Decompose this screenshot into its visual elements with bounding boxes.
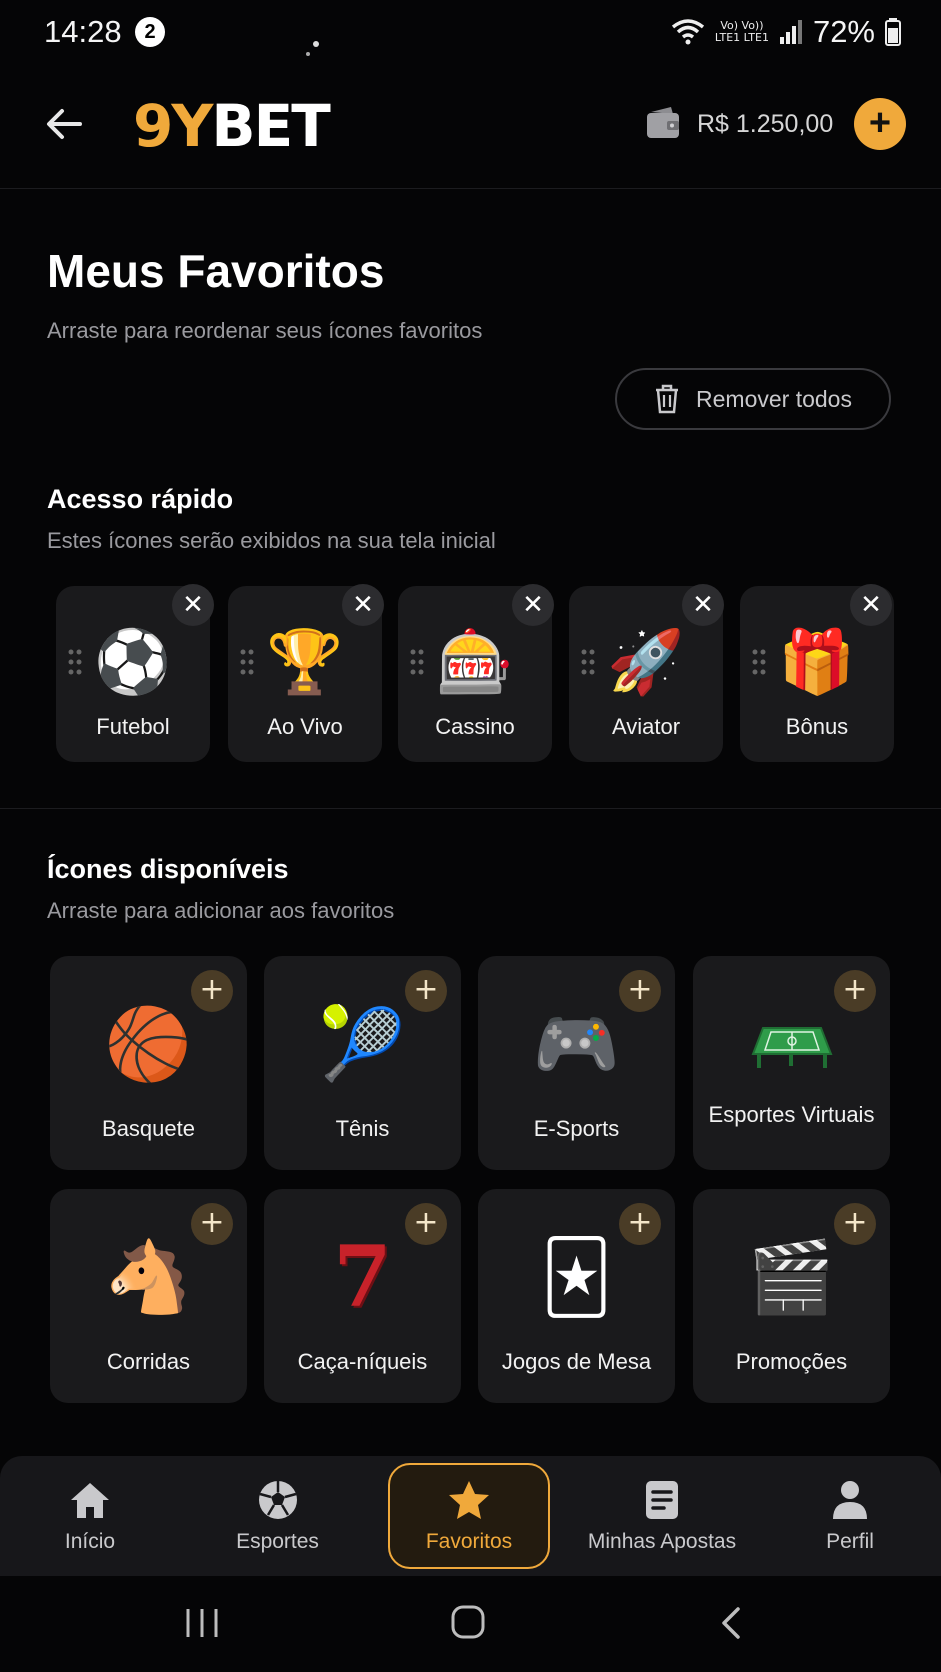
nav-label: Minhas Apostas bbox=[587, 1530, 737, 1553]
add-jogos-de-mesa-button[interactable]: + bbox=[619, 1203, 661, 1245]
add-basquete-button[interactable]: + bbox=[191, 970, 233, 1012]
nav-perfil[interactable]: Perfil bbox=[800, 1478, 900, 1554]
available-item-tenis[interactable]: 🎾 Tênis + bbox=[264, 956, 461, 1170]
remove-all-label: Remover todos bbox=[696, 385, 852, 412]
add-esports-button[interactable]: + bbox=[619, 970, 661, 1012]
available-item-label: Promoções bbox=[735, 1349, 848, 1374]
home-system-button[interactable] bbox=[450, 1604, 486, 1645]
trophy-icon: 🏆 bbox=[266, 625, 344, 698]
nav-label: Esportes bbox=[236, 1530, 319, 1553]
page-title: Meus Favoritos bbox=[47, 245, 385, 297]
quick-item-label: Bônus bbox=[785, 714, 849, 739]
remove-futebol-button[interactable]: ✕ bbox=[172, 584, 214, 626]
remove-all-button[interactable]: Remover todos bbox=[615, 368, 891, 430]
clapperboard-icon: 🎬 bbox=[747, 1236, 836, 1318]
home-icon bbox=[71, 1483, 109, 1518]
nav-esportes[interactable]: Esportes bbox=[220, 1478, 335, 1554]
recent-apps-icon bbox=[186, 1609, 218, 1637]
available-title: Ícones disponíveis bbox=[47, 854, 289, 884]
available-subtitle: Arraste para adicionar aos favoritos bbox=[47, 898, 395, 923]
available-item-promocoes[interactable]: 🎬 Promoções + bbox=[693, 1189, 890, 1403]
nav-label: Perfil bbox=[826, 1530, 874, 1553]
remove-ao-vivo-button[interactable]: ✕ bbox=[342, 584, 384, 626]
rocket-icon: 🚀 bbox=[607, 625, 685, 698]
add-corridas-button[interactable]: + bbox=[191, 1203, 233, 1245]
nav-favoritos[interactable]: Favoritos bbox=[398, 1478, 540, 1554]
remove-aviator-button[interactable]: ✕ bbox=[682, 584, 724, 626]
brand-logo[interactable]: 9YBET bbox=[133, 94, 331, 158]
available-item-corridas[interactable]: 🐴 Corridas + bbox=[50, 1189, 247, 1403]
battery-percent: 72% bbox=[812, 14, 875, 49]
available-item-label: Jogos de Mesa bbox=[501, 1349, 652, 1374]
horse-icon: 🐴 bbox=[104, 1236, 193, 1318]
add-caca-niqueis-button[interactable]: + bbox=[405, 1203, 447, 1245]
quick-item-label: Aviator bbox=[611, 714, 681, 739]
quick-access-subtitle: Estes ícones serão exibidos na sua tela … bbox=[47, 528, 496, 553]
quick-item-label: Cassino bbox=[435, 714, 515, 739]
signal-icon bbox=[779, 20, 802, 44]
available-item-jogos-de-mesa[interactable]: 🃏 Jogos de Mesa + bbox=[478, 1189, 675, 1403]
nav-minhas-apostas[interactable]: Minhas Apostas bbox=[578, 1478, 746, 1554]
add-funds-button[interactable]: + bbox=[854, 98, 906, 150]
page-subtitle: Arraste para reordenar seus ícones favor… bbox=[47, 318, 483, 343]
add-promocoes-button[interactable]: + bbox=[834, 1203, 876, 1245]
trash-icon bbox=[656, 384, 679, 414]
available-item-label: Tênis bbox=[335, 1116, 390, 1141]
available-item-label: E-Sports bbox=[533, 1116, 620, 1141]
stadium-icon bbox=[693, 1010, 890, 1090]
wallet-icon bbox=[645, 106, 681, 140]
available-item-esports[interactable]: 🎮 E-Sports + bbox=[478, 956, 675, 1170]
back-system-button[interactable] bbox=[718, 1606, 744, 1645]
soccer-ball-icon: ⚽ bbox=[94, 625, 172, 698]
basketball-icon: 🏀 bbox=[104, 1003, 193, 1085]
available-item-esportes-virtuais[interactable]: Esportes Virtuais + bbox=[693, 956, 890, 1170]
nav-label: Início bbox=[64, 1530, 116, 1553]
battery-icon bbox=[885, 18, 901, 46]
user-icon bbox=[833, 1481, 867, 1519]
star-icon bbox=[449, 1481, 489, 1519]
playing-cards-icon: 🃏 bbox=[540, 1236, 613, 1318]
soccer-ball-icon bbox=[258, 1481, 297, 1519]
slot-machine-icon: 🎰 bbox=[436, 625, 514, 698]
tennis-ball-icon: 🎾 bbox=[318, 1003, 407, 1085]
add-tenis-button[interactable]: + bbox=[405, 970, 447, 1012]
gamepad-icon: 🎮 bbox=[532, 1003, 621, 1085]
quick-item-label: Futebol bbox=[96, 714, 170, 739]
arrow-left-icon bbox=[47, 109, 82, 139]
nav-label: Favoritos bbox=[425, 1530, 513, 1553]
remove-cassino-button[interactable]: ✕ bbox=[512, 584, 554, 626]
status-icons: Vo) Vo)) LTE1 LTE1 72% bbox=[671, 14, 901, 50]
chevron-left-icon bbox=[722, 1607, 740, 1639]
home-circle-icon bbox=[451, 1605, 485, 1639]
recent-apps-button[interactable] bbox=[184, 1606, 220, 1645]
available-item-label: Corridas bbox=[106, 1349, 191, 1374]
wallet-balance: R$ 1.250,00 bbox=[697, 110, 834, 138]
section-divider bbox=[0, 808, 941, 809]
quick-access-title: Acesso rápido bbox=[47, 484, 234, 514]
available-item-caca-niqueis[interactable]: 7 Caça-níqueis + bbox=[264, 1189, 461, 1403]
available-item-label: Esportes Virtuais bbox=[708, 1102, 875, 1127]
available-item-label: Basquete bbox=[102, 1116, 195, 1141]
nav-inicio[interactable]: Início bbox=[40, 1478, 140, 1554]
lucky-seven-icon: 7 bbox=[333, 1227, 392, 1326]
available-item-label: Caça-níqueis bbox=[297, 1349, 428, 1374]
status-time: 14:28 bbox=[44, 14, 122, 49]
notification-count-badge: 2 bbox=[135, 17, 165, 47]
remove-bonus-button[interactable]: ✕ bbox=[850, 584, 892, 626]
add-esportes-virtuais-button[interactable]: + bbox=[834, 970, 876, 1012]
available-item-basquete[interactable]: 🏀 Basquete + bbox=[50, 956, 247, 1170]
gift-icon: 🎁 bbox=[778, 625, 856, 698]
network-type-label: Vo) Vo)) LTE1 LTE1 bbox=[714, 19, 769, 44]
quick-item-label: Ao Vivo bbox=[267, 714, 343, 739]
back-button[interactable] bbox=[42, 104, 92, 144]
document-icon bbox=[646, 1481, 678, 1519]
wifi-icon bbox=[671, 19, 704, 45]
app-notification-icon bbox=[300, 38, 324, 62]
